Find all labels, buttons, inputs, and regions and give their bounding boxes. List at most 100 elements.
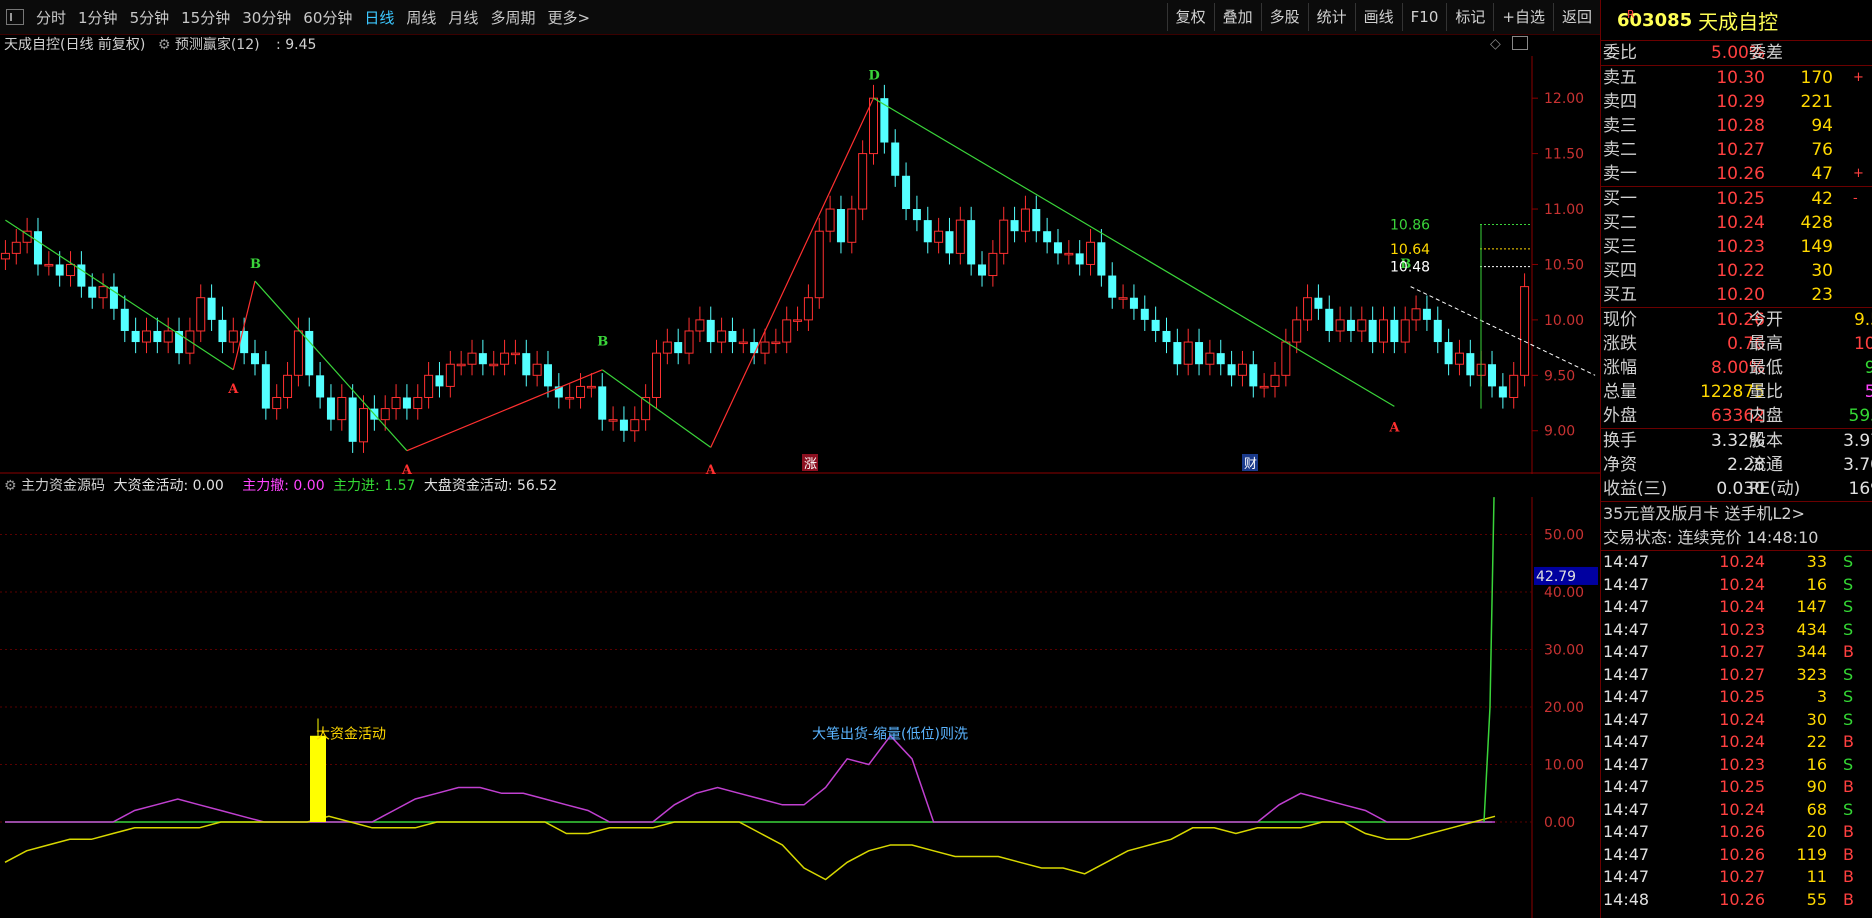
indicator-settings-icon[interactable]: ⚙: [158, 37, 171, 53]
candle-body: [240, 330, 249, 354]
tick-row: 14:47 10.24 30 S: [1601, 709, 1872, 732]
period-tab[interactable]: 月线: [442, 7, 484, 28]
sell-level-row[interactable]: 卖五 10.30 170 +: [1601, 66, 1872, 90]
tick-price: 10.23: [1719, 754, 1765, 774]
tick-row: 14:47 10.26 119 B: [1601, 844, 1872, 867]
candle-body: [912, 209, 921, 221]
tick-volume: 55: [1806, 889, 1827, 909]
period-tab[interactable]: 周线: [400, 7, 442, 28]
period-tab[interactable]: 更多>: [541, 7, 596, 28]
stat-label-2: 股本: [1749, 431, 1783, 451]
tick-volume: 90: [1806, 777, 1827, 796]
candle-body: [456, 363, 466, 367]
candle-body: [738, 341, 748, 345]
candle-body: [814, 230, 824, 299]
target-label: 10.64: [1390, 242, 1430, 258]
period-tab[interactable]: 日线: [358, 7, 400, 28]
tick-list[interactable]: 14:47 10.24 33 S 14:47 10.24 16 S 14:47 10.24 147 S…: [1601, 551, 1872, 911]
toolbar-action-button[interactable]: 多股: [1260, 3, 1308, 31]
buy-level-volume: 428: [1800, 213, 1833, 233]
toolbar-action-button[interactable]: 标记: [1446, 3, 1493, 31]
sell-level-row[interactable]: 卖一 10.26 47 +: [1601, 162, 1872, 186]
stat-label-2: 最低: [1749, 358, 1783, 378]
sell-level-volume: 221: [1800, 92, 1833, 112]
candle-body: [489, 363, 499, 367]
window-toggle-icon[interactable]: [1512, 36, 1528, 50]
toolbar-action-button[interactable]: 画线: [1354, 3, 1402, 31]
candle-body: [695, 319, 705, 332]
tick-time: 14:47: [1603, 732, 1650, 751]
menu-icon[interactable]: [6, 9, 24, 25]
tick-price: 10.27: [1719, 642, 1765, 661]
sell-level-row[interactable]: 卖三 10.28 94: [1601, 114, 1872, 138]
toolbar-action-button[interactable]: +自选: [1493, 3, 1553, 31]
sell-level-row[interactable]: 卖四 10.29 221: [1601, 90, 1872, 114]
price-chart[interactable]: 12.00 11.50 11.00 10.50 10.00 9.50 9.00 A B A B A D A…: [0, 56, 1600, 474]
fund-chart[interactable]: 50.00 40.00 30.00 20.00 10.00 0.00 42.79 大资金活动 大…: [0, 497, 1600, 918]
sell-level-row[interactable]: 卖二 10.27 76: [1601, 138, 1872, 162]
candle-body: [435, 375, 444, 387]
period-tab[interactable]: 1分钟: [72, 7, 124, 28]
sell-level-label: 卖五: [1603, 68, 1637, 88]
tick-price: 10.24: [1719, 597, 1765, 616]
candle-body: [1097, 242, 1106, 276]
tick-time: 14:47: [1603, 709, 1650, 729]
tick-side: S: [1843, 619, 1854, 639]
candle-body: [1335, 319, 1345, 332]
tick-volume: 323: [1796, 664, 1827, 684]
tick-volume: 3: [1816, 687, 1827, 706]
buy-level-row[interactable]: 买四 10.22 30: [1601, 259, 1872, 283]
candle-body: [1346, 319, 1355, 331]
candle-body: [728, 330, 737, 343]
indicator-name[interactable]: 预测赢家(12): [175, 37, 260, 53]
event-marker[interactable]: 涨: [802, 454, 818, 472]
toolbar-action-button[interactable]: 叠加: [1213, 3, 1261, 31]
buy-level-row[interactable]: 买一 10.25 42 -: [1601, 187, 1872, 211]
tick-row: 14:47 10.24 147 S: [1601, 596, 1872, 619]
candle-body: [1292, 319, 1302, 343]
period-tab[interactable]: 分时: [30, 7, 72, 28]
candle-body: [760, 341, 770, 354]
stat-row: 现价10.26今开9.5: [1601, 308, 1872, 332]
toolbar-action-button[interactable]: F10: [1401, 3, 1447, 31]
candle-body: [326, 397, 335, 420]
buy-level-row[interactable]: 买二 10.24 428: [1601, 211, 1872, 235]
buy-level-label: 买五: [1603, 285, 1637, 305]
period-tab[interactable]: 5分钟: [124, 7, 176, 28]
selloff-annotation: 大笔出货-缩量(低位)则洗: [812, 726, 968, 743]
toolbar-action-button[interactable]: 统计: [1307, 3, 1355, 31]
candle-body: [251, 353, 259, 365]
candle-body: [424, 374, 434, 398]
tick-row: 14:47 10.24 33 S: [1601, 551, 1872, 574]
zigzag-point-label: A: [705, 463, 717, 474]
candle-body: [1379, 319, 1389, 343]
toolbar-action-button[interactable]: 返回: [1552, 3, 1600, 31]
sub-indicator-name[interactable]: 主力资金源码: [21, 478, 105, 494]
buy-level-row[interactable]: 买三 10.23 149: [1601, 235, 1872, 259]
buy-level-row[interactable]: 买五 10.20 23: [1601, 283, 1872, 307]
period-tab[interactable]: 60分钟: [297, 7, 358, 28]
cursor-value: 42.79: [1536, 569, 1576, 585]
promo-link[interactable]: 35元普及版月卡 送手机L2>: [1601, 502, 1872, 526]
price-tick-label: 11.50: [1544, 147, 1584, 163]
candle-body: [902, 175, 911, 210]
candle-body: [1249, 364, 1258, 387]
period-tab[interactable]: 30分钟: [236, 7, 297, 28]
sub-settings-icon[interactable]: ⚙: [4, 478, 17, 494]
candle-body: [1086, 241, 1096, 265]
candle-body: [662, 341, 672, 354]
stats-block: 现价10.26今开9.5涨跌0.76最高10.涨幅8.00%最低9.总量1228…: [1601, 308, 1872, 428]
period-tab[interactable]: 多周期: [484, 7, 541, 28]
candle-body: [803, 297, 813, 321]
candle-body: [565, 396, 575, 400]
candle-body: [999, 219, 1009, 254]
buy-level-volume: 149: [1800, 237, 1833, 257]
toolbar-action-button[interactable]: 复权: [1166, 3, 1214, 31]
diamond-icon[interactable]: ◇: [1490, 36, 1501, 52]
candle-body: [836, 209, 845, 243]
period-tab[interactable]: 15分钟: [175, 7, 236, 28]
main-out-line: [5, 734, 1495, 823]
price-tick-label: 10.50: [1544, 257, 1584, 273]
finance-marker[interactable]: 财: [1242, 454, 1258, 472]
candle-body: [1162, 330, 1171, 343]
